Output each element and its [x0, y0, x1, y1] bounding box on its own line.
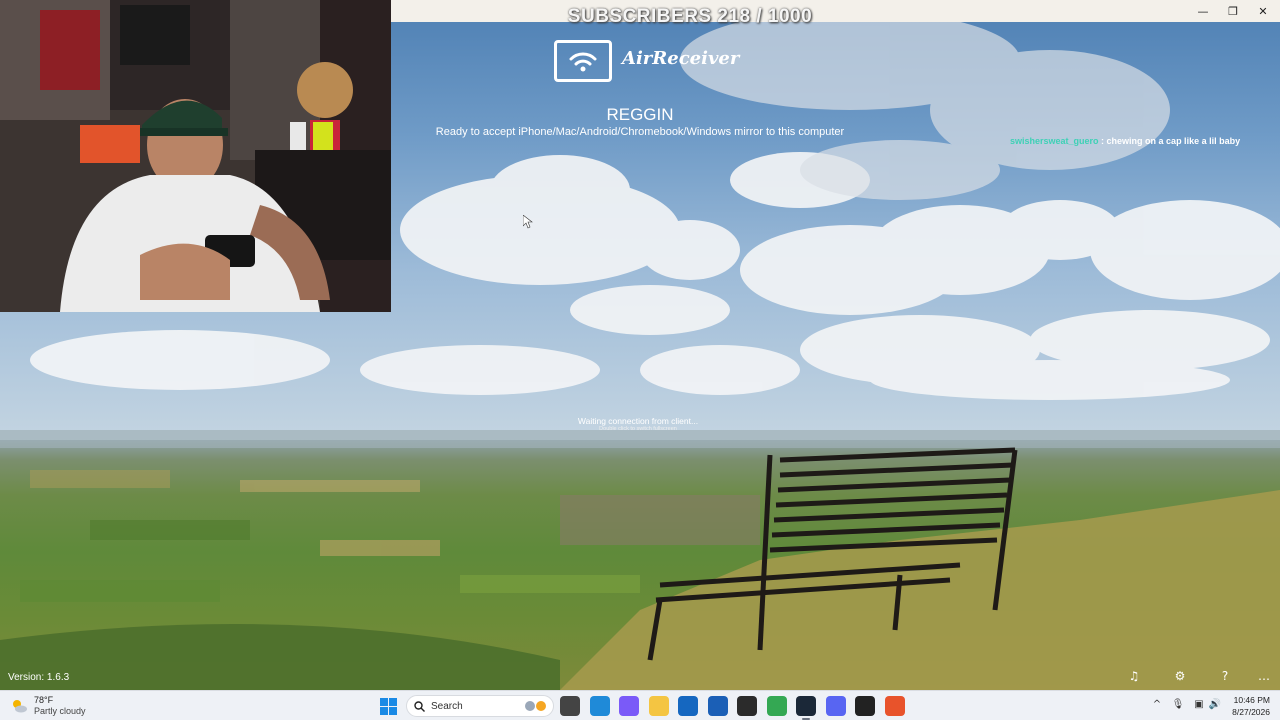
chat-message: swishersweat_guero : chewing on a cap li…	[1010, 136, 1240, 146]
app-logo-text: AirReceiver	[622, 48, 740, 69]
device-name: REGGIN	[606, 105, 674, 124]
clock-time: 10:46 PM	[1233, 695, 1270, 705]
taskbar: 78°F Partly cloudy Search ^ 🎙 ▣ 🔊 10:46 …	[0, 690, 1280, 720]
minimize-button[interactable]: —	[1188, 0, 1218, 22]
settings-icon[interactable]: ⚙	[1172, 668, 1188, 684]
version-label: Version: 1.6.3	[8, 672, 70, 683]
close-button[interactable]: ✕	[1248, 0, 1278, 22]
webcam-feed	[0, 0, 391, 312]
more-icon[interactable]: …	[1256, 668, 1272, 684]
waiting-status: Waiting connection from client...	[577, 416, 699, 426]
obs-icon[interactable]	[737, 696, 757, 716]
chat-separator: :	[1098, 136, 1107, 146]
airplay-logo-icon	[554, 40, 612, 82]
file-explorer-icon[interactable]	[648, 696, 669, 716]
clock-date: 8/27/2026	[1232, 707, 1270, 717]
partly-cloudy-icon[interactable]	[10, 697, 28, 715]
epic-games-icon[interactable]	[855, 696, 875, 716]
steam-icon[interactable]	[796, 696, 816, 720]
weather-condition[interactable]: Partly cloudy	[34, 706, 86, 716]
chat-username: swishersweat_guero	[1010, 136, 1099, 146]
help-icon[interactable]: ?	[1217, 668, 1233, 684]
windows-start-icon[interactable]	[380, 698, 397, 715]
airreceiver-icon[interactable]	[884, 696, 905, 716]
music-note-icon[interactable]: ♫	[1126, 668, 1142, 684]
taskbar-search[interactable]: Search	[406, 695, 554, 717]
fullscreen-hint: Double click to switch fullscreen	[599, 426, 677, 432]
edge-icon[interactable]	[589, 696, 610, 716]
taskbar-clock[interactable]: 10:46 PM 8/27/2026	[1222, 694, 1270, 718]
ready-message: Ready to accept iPhone/Mac/Android/Chrom…	[435, 126, 845, 138]
network-icon[interactable]: ▣	[1192, 698, 1206, 712]
task-view-icon[interactable]	[560, 696, 580, 716]
weather-temperature[interactable]: 78°F	[34, 695, 53, 705]
chat-text: chewing on a cap like a lil baby	[1106, 136, 1241, 146]
subscriber-counter: SUBSCRIBERS 218 / 1000	[567, 6, 813, 27]
mouse-cursor-icon	[523, 215, 533, 229]
microphone-icon[interactable]: 🎙	[1171, 698, 1185, 712]
webcam-image	[0, 0, 391, 312]
volume-icon[interactable]: 🔊	[1208, 698, 1222, 712]
microsoft-store-icon[interactable]	[707, 696, 728, 716]
search-icon	[414, 701, 425, 712]
discord-icon[interactable]	[825, 696, 846, 716]
search-placeholder: Search	[431, 701, 463, 712]
tray-overflow-chevron-icon[interactable]: ^	[1150, 698, 1164, 712]
chrome-icon[interactable]	[766, 696, 787, 716]
maximize-button[interactable]: ❐	[1218, 0, 1248, 22]
copilot-icon[interactable]	[619, 696, 639, 716]
search-highlight-icon	[525, 701, 546, 711]
outlook-icon[interactable]	[678, 696, 698, 716]
